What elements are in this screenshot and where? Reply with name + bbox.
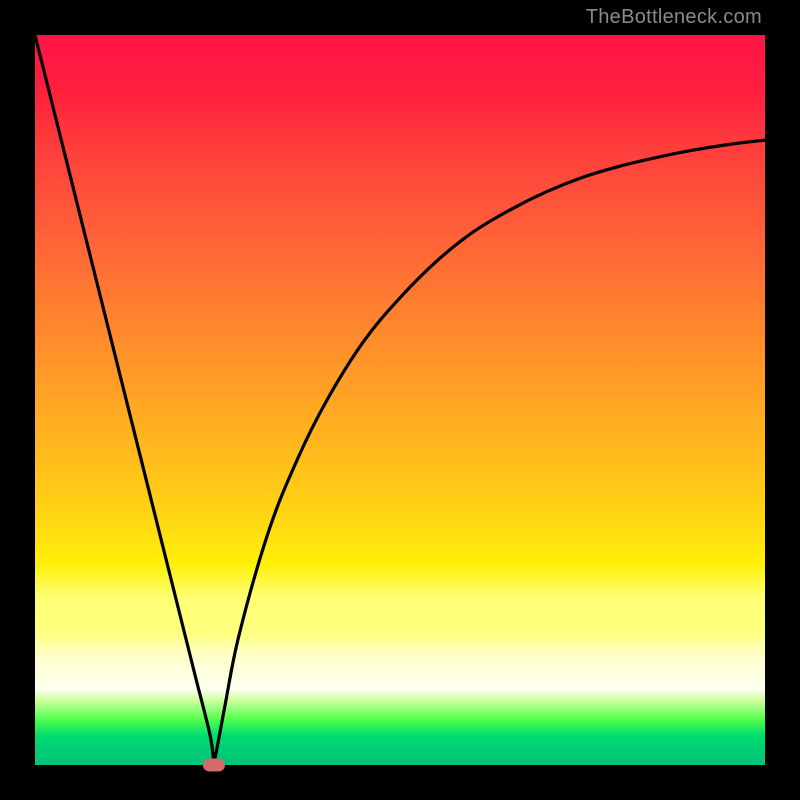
curve-right-branch [214, 140, 765, 765]
attribution-text: TheBottleneck.com [586, 6, 762, 29]
bottleneck-curve [35, 35, 765, 765]
curve-left-branch [35, 35, 214, 765]
minimum-marker [203, 759, 225, 772]
chart-frame: TheBottleneck.com [0, 0, 800, 800]
plot-area [35, 35, 765, 765]
